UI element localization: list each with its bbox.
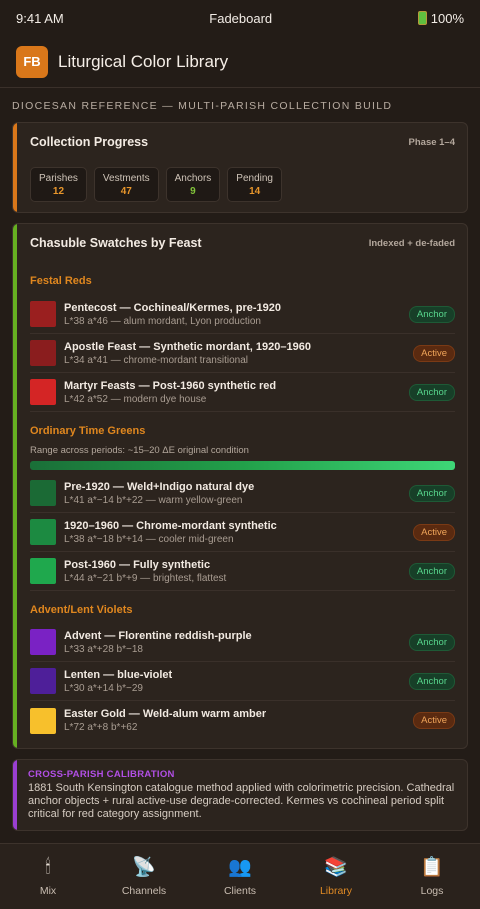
green-range-bar: [30, 461, 455, 470]
swatch-values: L*44 a*−21 b*+9 — brightest, flattest: [64, 572, 227, 584]
tab-logs[interactable]: 📋 Logs: [384, 844, 480, 909]
status-badge: Anchor: [408, 484, 455, 502]
swatch-name: Advent — Florentine reddish-purple: [64, 629, 252, 642]
swatches-title: Chasuble Swatches by Feast: [30, 236, 202, 250]
color-chip: [30, 480, 56, 506]
swatch-row[interactable]: Advent — Florentine reddish-purple L*33 …: [30, 623, 455, 662]
swatch-row[interactable]: Apostle Feast — Synthetic mordant, 1920–…: [30, 334, 455, 373]
color-chip: [30, 519, 56, 545]
swatch-row[interactable]: Post-1960 — Fully synthetic L*44 a*−21 b…: [30, 552, 455, 591]
status-time: 9:41 AM: [16, 10, 64, 26]
stats-row: Parishes 12 Vestments 47 Anchors 9 Pendi…: [13, 149, 467, 202]
tab-channels[interactable]: 📡 Channels: [96, 844, 192, 909]
candle-icon: 🕯: [45, 857, 51, 878]
stat-value: 9: [190, 186, 196, 197]
status-badge: Anchor: [408, 305, 455, 323]
swatch-values: L*33 a*+28 b*−18: [64, 643, 143, 655]
color-chip: [30, 379, 56, 405]
color-chip: [30, 558, 56, 584]
stat-label: Anchors: [174, 173, 212, 184]
satellite-icon: 📡: [132, 857, 156, 878]
calibration-body: 1881 South Kensington catalogue method a…: [28, 782, 455, 820]
stat-label: Vestments: [102, 173, 150, 184]
color-chip: [30, 629, 56, 655]
swatch-name: Martyr Feasts — Post-1960 synthetic red: [64, 379, 277, 392]
books-icon: 📚: [324, 857, 348, 878]
app-header: FB Liturgical Color Library: [0, 36, 480, 88]
swatch-row[interactable]: Pre-1920 — Weld+Indigo natural dye L*41 …: [30, 474, 455, 513]
tab-label: Channels: [121, 885, 167, 897]
status-badge: Active: [413, 523, 455, 541]
stat-vestments: Vestments 47: [93, 167, 159, 202]
tab-clients[interactable]: 👥 Clients: [192, 844, 288, 909]
battery-level: 100%: [430, 10, 464, 26]
tab-library[interactable]: 📚 Library: [288, 844, 384, 909]
stat-label: Parishes: [39, 173, 78, 184]
swatch-values: L*30 a*+14 b*−29: [64, 682, 143, 694]
color-chip: [30, 301, 56, 327]
swatch-values: L*38 a*−18 b*+14 — cooler mid-green: [64, 533, 234, 545]
status-badge: Anchor: [408, 672, 455, 690]
swatch-name: Easter Gold — Weld-alum warm amber: [64, 708, 267, 720]
people-icon: 👥: [228, 857, 252, 878]
tab-label: Mix: [39, 885, 57, 897]
tab-label: Clients: [223, 885, 257, 897]
calibration-title: CROSS-PARISH CALIBRATION: [28, 769, 175, 780]
status-badge: Anchor: [408, 633, 455, 651]
group-title-reds: Festal Reds: [30, 275, 92, 287]
swatch-row[interactable]: Easter Gold — Weld-alum warm amber L*72 …: [30, 701, 455, 740]
stat-label: Pending: [236, 173, 273, 184]
color-chip: [30, 668, 56, 694]
swatch-values: L*41 a*−14 b*+22 — warm yellow-green: [64, 494, 243, 506]
status-badge: Anchor: [408, 383, 455, 401]
swatch-values: L*72 a*+8 b*+62: [64, 722, 138, 733]
swatch-values: L*34 a*41 — chrome-mordant transitional: [64, 354, 248, 366]
stat-value: 47: [120, 186, 132, 197]
page-title: Liturgical Color Library: [58, 51, 229, 71]
stat-parishes: Parishes 12: [30, 167, 87, 202]
color-chip: [30, 707, 56, 734]
phase-tag: Phase 1–4: [408, 136, 455, 148]
tab-bar: 🕯 Mix 📡 Channels 👥 Clients 📚 Library 📋 L…: [0, 843, 480, 909]
swatch-name: Pre-1920 — Weld+Indigo natural dye: [64, 480, 255, 493]
swatch-row[interactable]: 1920–1960 — Chrome-mordant synthetic L*3…: [30, 513, 455, 552]
clipboard-icon: 📋: [420, 857, 444, 878]
swatch-name: Apostle Feast — Synthetic mordant, 1920–…: [64, 340, 311, 353]
battery-icon: [417, 11, 427, 25]
tab-label: Library: [319, 885, 353, 897]
collection-progress-card: Collection Progress Phase 1–4 Parishes 1…: [12, 122, 468, 213]
status-carrier: Fadeboard: [209, 10, 273, 26]
stat-anchors: Anchors 9: [165, 167, 221, 202]
status-bar: 9:41 AM Fadeboard 100%: [0, 0, 480, 36]
swatch-row[interactable]: Lenten — blue-violet L*30 a*+14 b*−29 An…: [30, 662, 455, 701]
swatch-values: L*38 a*46 — alum mordant, Lyon productio…: [64, 315, 261, 327]
app-logo: FB: [16, 45, 48, 78]
status-badge: Active: [413, 712, 455, 729]
progress-title: Collection Progress: [30, 135, 149, 149]
swatch-values: L*42 a*52 — modern dye house: [64, 393, 207, 405]
range-note: Range across periods: ~15–20 ΔE original…: [30, 445, 249, 456]
swatch-name: Pentecost — Cochineal/Kermes, pre-1920: [64, 301, 282, 314]
cross-parish-calibration-card: CROSS-PARISH CALIBRATION 1881 South Kens…: [12, 759, 468, 831]
swatch-row[interactable]: Pentecost — Cochineal/Kermes, pre-1920 L…: [30, 295, 455, 334]
group-title-greens: Ordinary Time Greens: [30, 425, 146, 437]
stat-pending: Pending 14: [227, 167, 282, 202]
chasuble-swatches-card: Chasuble Swatches by Feast Indexed + de-…: [12, 223, 468, 749]
battery-indicator: 100%: [417, 10, 464, 26]
swatch-name: Post-1960 — Fully synthetic: [64, 558, 211, 571]
swatch-name: Lenten — blue-violet: [64, 668, 173, 681]
indexed-tag: Indexed + de-faded: [368, 237, 455, 249]
status-badge: Active: [413, 344, 455, 362]
status-badge: Anchor: [408, 562, 455, 580]
color-chip: [30, 340, 56, 366]
section-caption: DIOCESAN REFERENCE — MULTI-PARISH COLLEC…: [12, 100, 393, 112]
tab-label: Logs: [420, 885, 444, 897]
tab-mix[interactable]: 🕯 Mix: [0, 844, 96, 909]
swatch-name: 1920–1960 — Chrome-mordant synthetic: [64, 519, 277, 532]
swatch-row[interactable]: Martyr Feasts — Post-1960 synthetic red …: [30, 373, 455, 412]
stat-value: 14: [249, 186, 261, 197]
group-title-violets: Advent/Lent Violets: [30, 604, 133, 616]
stat-value: 12: [52, 186, 65, 197]
